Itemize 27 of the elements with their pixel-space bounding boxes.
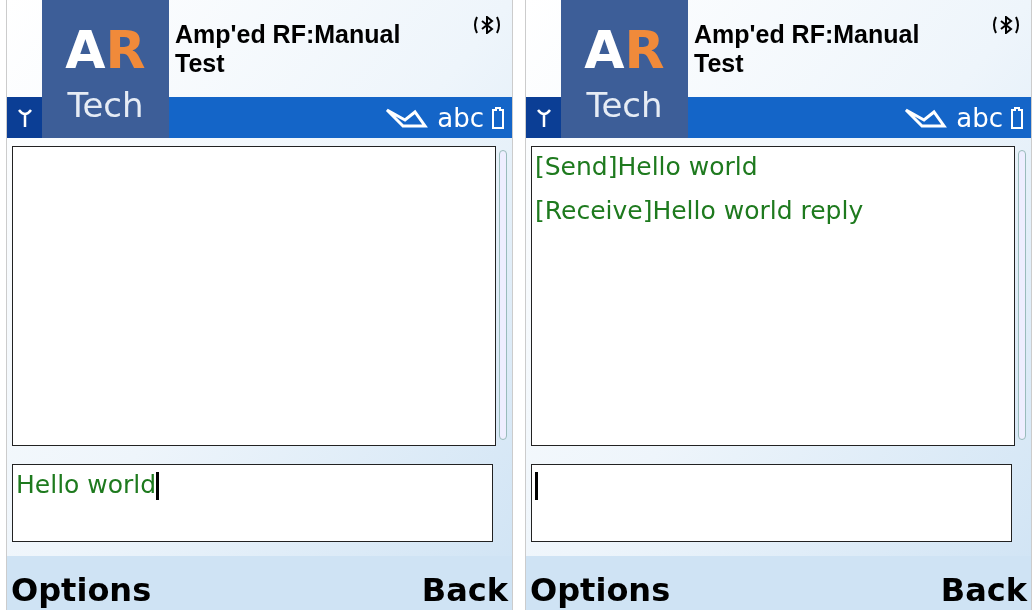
battery-icon (492, 106, 504, 129)
logo-letter: A (65, 24, 106, 76)
back-softkey[interactable]: Back (421, 574, 508, 606)
input-field[interactable] (531, 464, 1012, 542)
pen-icon (904, 106, 949, 129)
battery-icon (1011, 106, 1023, 129)
logo-letter: A (584, 24, 625, 76)
options-softkey[interactable]: Options (530, 574, 671, 606)
logo-caption: Tech (586, 88, 663, 122)
message-text: [Receive]Hello world reply (535, 195, 865, 227)
pen-icon (385, 106, 430, 129)
logo-letter: R (105, 24, 146, 76)
bluetooth-icon (991, 16, 1021, 34)
options-softkey[interactable]: Options (11, 574, 152, 606)
logo-letter: R (624, 24, 665, 76)
back-softkey[interactable]: Back (940, 574, 1027, 606)
antenna-icon (536, 107, 551, 128)
logo-caption: Tech (67, 88, 144, 122)
input-field[interactable]: Hello world (12, 464, 493, 542)
input-mode-label: abc (437, 104, 484, 131)
bluetooth-icon (472, 16, 502, 34)
antenna-icon (17, 107, 32, 128)
input-text: Hello world (16, 469, 157, 501)
input-mode-label: abc (956, 104, 1003, 131)
app-title: Amp'ed RF:Manual Test (175, 20, 402, 78)
app-title: Amp'ed RF:Manual Test (694, 20, 921, 78)
message-text: [Send]Hello world (535, 151, 759, 183)
